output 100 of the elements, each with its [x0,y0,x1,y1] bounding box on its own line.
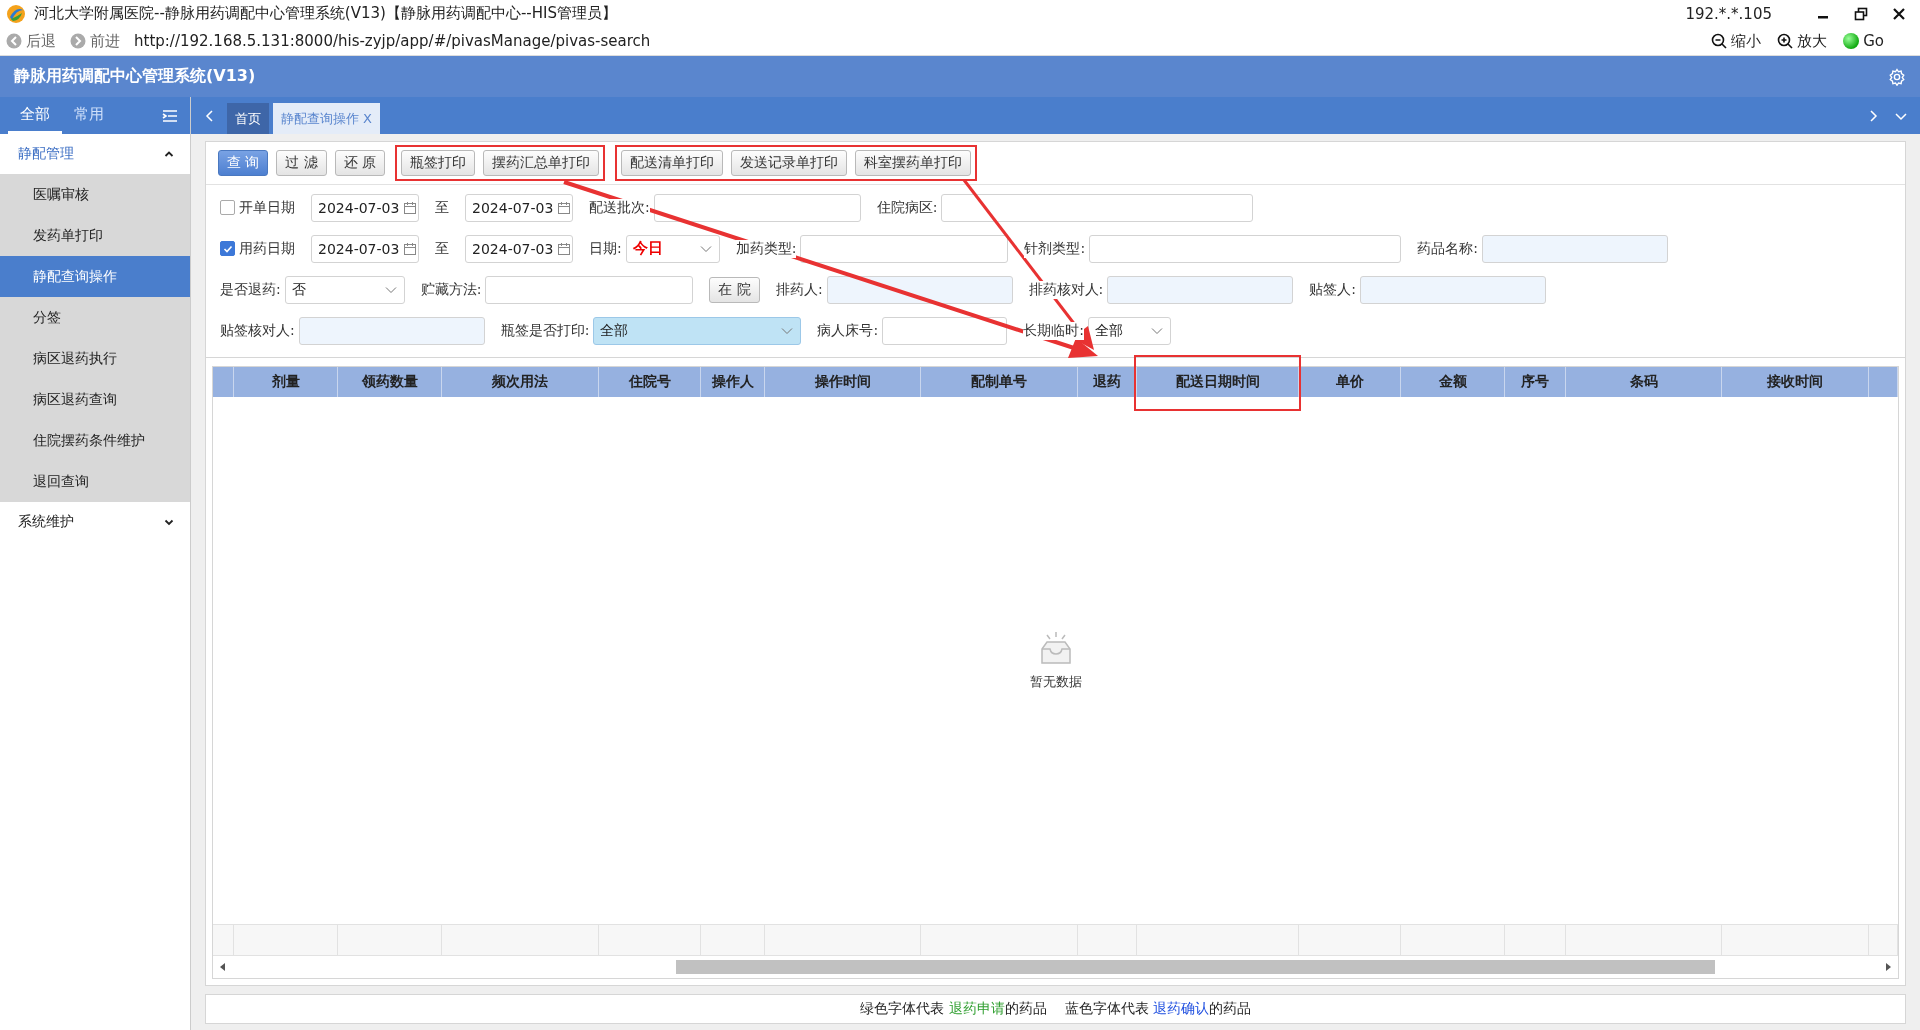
calendar-icon [403,200,418,215]
input-field[interactable] [1360,275,1547,304]
app-logo-icon [6,3,26,24]
checkbox[interactable] [220,200,235,215]
input-field[interactable] [941,193,1254,222]
sidebar-item[interactable]: 病区退药执行 [0,338,190,379]
input-field[interactable] [1107,275,1294,304]
go-button[interactable]: Go [1843,32,1884,50]
window-title: 河北大学附属医院--静脉用药调配中心管理系统(V13)【静脉用药调配中心--HIS管理员】 [34,4,617,23]
field-label: 瓶签是否打印: [500,321,590,340]
toolbar-button[interactable]: 还 原 [334,150,386,176]
column-header[interactable]: 金额 [1438,373,1467,391]
field-label: 排药人: [775,280,823,299]
field-label: 药品名称: [1417,239,1478,258]
toolbar-button[interactable]: 科室摆药单打印 [855,150,972,176]
sidebar-item[interactable]: 住院摆药条件维护 [0,420,190,461]
input-field[interactable] [653,193,861,222]
zoom-in-button[interactable]: 放大 [1777,31,1828,51]
toolbar-button[interactable]: 摆药汇总单打印 [483,150,600,176]
input-field[interactable] [298,316,485,345]
calendar-icon [403,241,418,256]
field-label: 住院病区: [876,198,938,217]
in-hospital-button[interactable]: 在 院 [709,276,760,303]
column-header[interactable]: 配制单号 [971,373,1027,391]
checkbox[interactable] [220,241,235,256]
column-header[interactable]: 操作人 [711,373,754,391]
page-tab[interactable]: 首页 [227,103,269,134]
toolbar-button[interactable]: 发送记录单打印 [731,150,848,176]
scroll-right-icon[interactable] [1884,962,1892,972]
input-field[interactable] [800,234,1009,263]
sidebar-item[interactable]: 静配查询操作 [0,256,190,297]
calendar-icon [557,200,572,215]
sidebar-group[interactable]: 系统维护 [0,502,190,542]
zoom-out-button[interactable]: 缩小 [1711,31,1762,51]
sidebar-item[interactable]: 医嘱审核 [0,174,190,215]
select-field[interactable]: 今日 [625,234,720,263]
input-field[interactable] [1481,234,1668,263]
column-header[interactable]: 序号 [1521,373,1549,391]
restore-icon[interactable] [1854,6,1868,21]
close-icon[interactable] [1892,6,1906,21]
legend-text: 蓝色字体代表 退药确认的药品 [1064,1000,1251,1018]
menu-icon[interactable] [162,107,178,124]
calendar-icon [557,241,572,256]
ball-icon [1843,33,1860,49]
column-header[interactable]: 住院号 [628,373,671,391]
sidebar-item[interactable]: 发药单打印 [0,215,190,256]
toolbar-button[interactable]: 过 滤 [276,150,327,176]
select-field[interactable]: 全部 [593,316,802,345]
toolbar-button[interactable]: 瓶签打印 [401,150,476,176]
zoom-in-icon [1777,33,1794,49]
field-label: 配送批次: [589,198,650,217]
field-label: 加药类型: [735,239,797,258]
empty-text: 暂无数据 [1029,672,1082,691]
field-label: 日期: [589,239,622,258]
field-label: 长期临时: [1023,321,1084,340]
column-header[interactable]: 退药 [1093,373,1121,391]
toolbar-button[interactable]: 配送清单打印 [621,150,724,176]
field-label: 贴签人: [1309,280,1357,299]
date-field[interactable]: 2024-07-03 [465,234,573,263]
sidebar-tab[interactable]: 全部 [8,97,62,134]
field-label: 贴签核对人: [220,321,295,340]
column-header[interactable]: 频次用法 [492,373,548,391]
input-field[interactable] [485,275,694,304]
column-header[interactable]: 操作时间 [814,373,871,391]
sidebar-item[interactable]: 病区退药查询 [0,379,190,420]
date-field[interactable]: 2024-07-03 [465,193,573,222]
scroll-left-icon[interactable] [219,962,227,972]
column-header[interactable]: 单价 [1335,373,1364,391]
column-header[interactable]: 领药数量 [361,373,418,391]
ip-address: 192.*.*.105 [1685,4,1772,23]
field-label: 针剂类型: [1024,239,1086,258]
settings-icon[interactable] [1888,67,1906,86]
field-label: 是否退药: [220,280,281,299]
field-label: 病人床号: [817,321,879,340]
input-field[interactable] [882,316,1008,345]
field-label: 用药日期 [239,239,295,258]
date-field[interactable]: 2024-07-03 [311,234,419,263]
forward-button[interactable]: 前进 [70,31,120,51]
column-header[interactable]: 配送日期时间 [1175,373,1260,391]
input-field[interactable] [826,275,1013,304]
date-field[interactable]: 2024-07-03 [311,193,419,222]
column-header[interactable]: 条码 [1629,373,1658,391]
column-header[interactable]: 接收时间 [1767,373,1823,391]
legend-term: 退药确认 [1152,1000,1209,1016]
sidebar-item[interactable]: 分签 [0,297,190,338]
legend-term: 退药申请 [948,1000,1005,1016]
input-field[interactable] [1089,234,1402,263]
sidebar-item[interactable]: 退回查询 [0,461,190,502]
back-button[interactable]: 后退 [6,31,56,51]
url-text[interactable]: http://192.168.5.131:8000/his-zyjp/app/#/pivasManage/pivas-search [134,32,651,50]
zoom-out-icon [1711,33,1728,49]
column-header[interactable]: 剂量 [271,373,300,391]
field-label: 贮藏方法: [420,280,482,299]
select-field[interactable]: 否 [284,275,405,304]
select-field[interactable]: 全部 [1087,316,1171,345]
chevron-down-icon [164,517,174,527]
field-label: 开单日期 [239,198,295,217]
app-title: 静脉用药调配中心管理系统(V13) [14,66,256,87]
sidebar-group[interactable]: 静配管理 [0,134,190,174]
checkmark-icon [222,243,233,254]
